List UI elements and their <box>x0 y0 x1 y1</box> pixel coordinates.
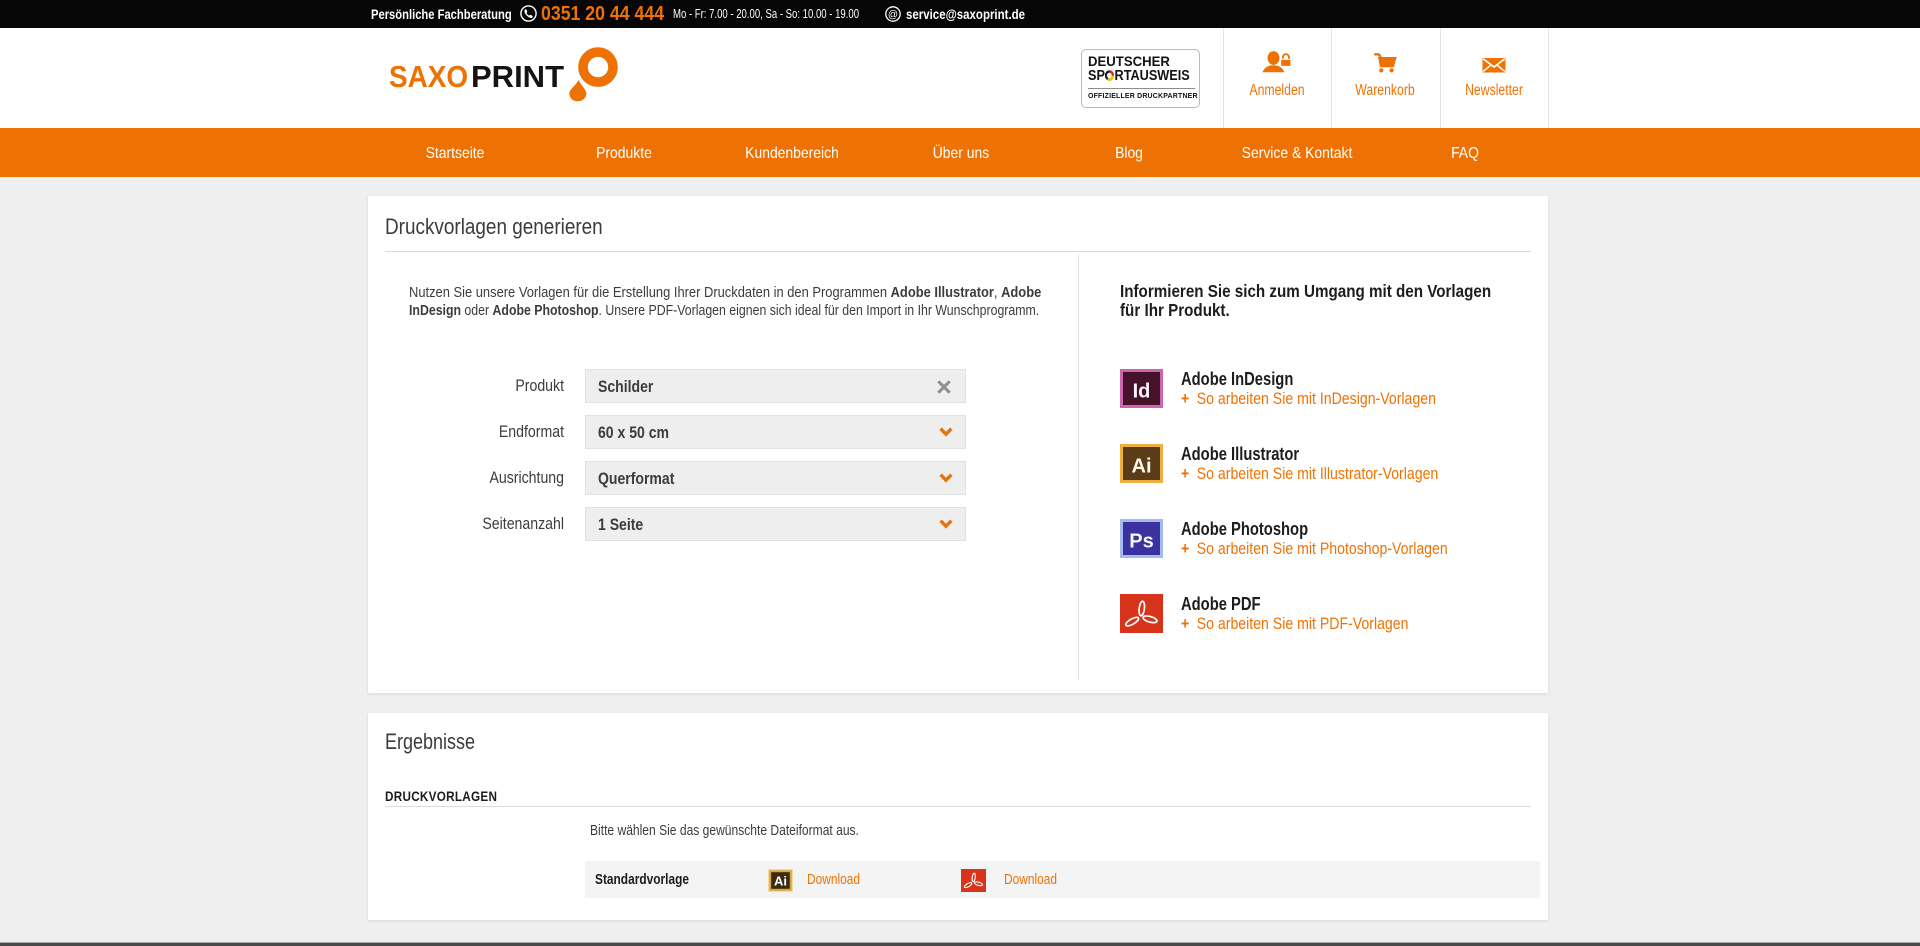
svg-text:@: @ <box>888 10 898 21</box>
svg-text:Ps: Ps <box>1129 531 1153 553</box>
svg-text:Id: Id <box>1133 381 1151 403</box>
svg-text:Ai: Ai <box>1132 456 1152 478</box>
svg-text:Ai: Ai <box>774 874 787 889</box>
